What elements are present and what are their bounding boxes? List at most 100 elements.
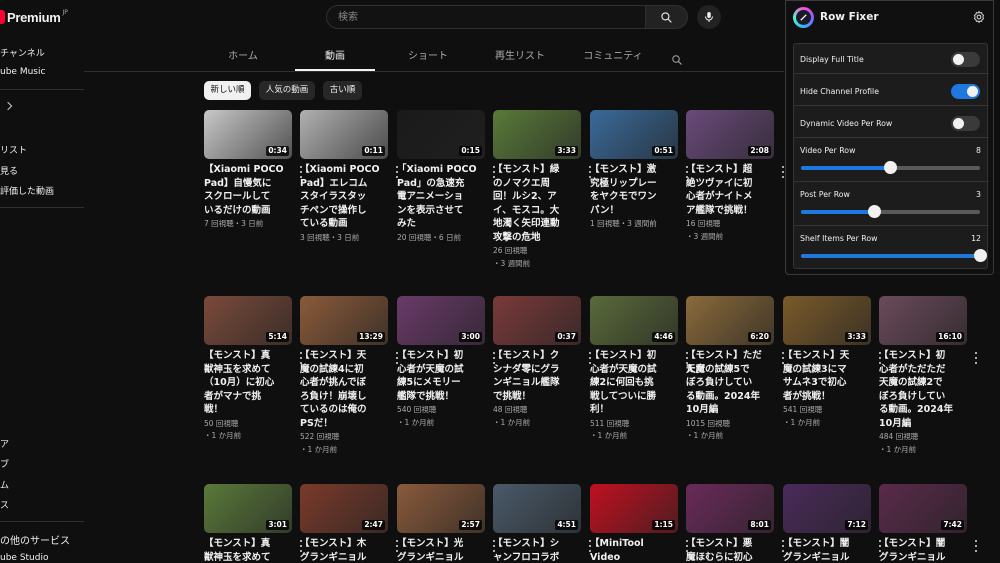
video-title-line[interactable]: 心者がナイトメ (686, 190, 770, 204)
video-title-line[interactable]: をヤクモでワン (590, 190, 674, 204)
video-thumbnail[interactable]: 2:08 (686, 110, 774, 159)
video-thumbnail[interactable]: 1:15 (590, 484, 678, 533)
video-thumbnail[interactable]: 0:15 (397, 110, 485, 159)
video-thumbnail[interactable]: 0:11 (300, 110, 388, 159)
video-title-line[interactable]: チペンで操作し (300, 204, 384, 218)
video-title-line[interactable]: 【モンスト】初 (590, 349, 674, 363)
video-title-line[interactable]: ぼろ負けしてい (879, 390, 963, 404)
video-title-line[interactable]: 戦してついに勝 (590, 390, 674, 404)
video-title-line[interactable]: 【モンスト】悪 (686, 537, 770, 551)
video-title-line[interactable]: 【モンスト】真 (204, 537, 288, 551)
video-title-line[interactable]: 【モンスト】緑 (493, 163, 577, 177)
video-title-line[interactable]: Pad】自慢気に (204, 177, 288, 191)
video-title-line[interactable]: 魔ほむらに初心 (686, 551, 770, 563)
video-title-line[interactable]: 【Xiaomi POCO (204, 163, 288, 177)
video-title-line[interactable]: 者が挑戦！ (783, 390, 867, 404)
video-title-line[interactable]: （10月）に初心 (204, 376, 288, 390)
slider-shelf-items-per-row[interactable] (801, 249, 987, 262)
video-title-line[interactable]: る動画。2024年 (686, 390, 770, 404)
video-thumbnail[interactable]: 0:37 (493, 296, 581, 345)
search-input[interactable] (326, 5, 646, 29)
video-title-line[interactable]: 【モンスト】闇 (879, 537, 963, 551)
video-thumbnail[interactable]: 16:10 (879, 296, 967, 345)
video-thumbnail[interactable]: 2:57 (397, 484, 485, 533)
video-title-line[interactable]: 天魔の試練2で (879, 376, 963, 390)
kebab-icon[interactable] (974, 540, 978, 552)
video-title-line[interactable]: みた (397, 217, 481, 231)
video-title-line[interactable]: 【モンスト】木 (300, 537, 384, 551)
video-title-line[interactable]: 獣神玉を求めて (204, 363, 288, 377)
video-title-line[interactable]: 【モンスト】初 (397, 349, 481, 363)
video-thumbnail[interactable]: 4:46 (590, 296, 678, 345)
sidebar-item-d[interactable]: ス (0, 498, 9, 511)
video-title-line[interactable]: 心者が天魔の試 (590, 363, 674, 377)
video-title-line[interactable]: 者がマナで挑 (204, 390, 288, 404)
video-title-line[interactable]: 【MiniTool (590, 537, 674, 551)
video-title-line[interactable]: 究極リップレー (590, 177, 674, 191)
video-title-line[interactable]: る動画。2024年 (879, 403, 963, 417)
video-title-line[interactable]: 10月編 (686, 403, 770, 417)
sidebar-item-channel[interactable]: チャンネル (0, 46, 45, 59)
video-title-line[interactable]: 心者がただただ (879, 363, 963, 377)
video-thumbnail[interactable]: 3:01 (204, 484, 292, 533)
sidebar-item-playlist[interactable]: リスト (0, 143, 27, 156)
video-title-line[interactable]: シナダ零にグラ (493, 363, 577, 377)
video-title-line[interactable]: 獣神玉を求めて (204, 551, 288, 563)
tab-playlists[interactable]: 再生リスト (480, 43, 560, 71)
video-thumbnail[interactable]: 3:33 (783, 296, 871, 345)
video-title-line[interactable]: 回！ルシ2、ア (493, 190, 577, 204)
video-title-line[interactable]: 攻撃の危地 (493, 231, 577, 245)
video-title-line[interactable]: 天魔の試練5で (686, 363, 770, 377)
sidebar-item-b[interactable]: ブ (0, 457, 9, 470)
video-title-line[interactable]: 「Xiaomi POCO (397, 163, 481, 177)
video-title-line[interactable]: 【モンスト】初 (879, 349, 963, 363)
video-title-line[interactable]: スクロールして (204, 190, 288, 204)
tab-videos[interactable]: 動画 (295, 43, 375, 71)
sidebar-item-liked[interactable]: 評価した動画 (0, 184, 54, 197)
video-title-line[interactable]: ンを表示させて (397, 204, 481, 218)
video-thumbnail[interactable]: 3:00 (397, 296, 485, 345)
video-title-line[interactable]: 【モンスト】天 (783, 349, 867, 363)
sidebar-item-music[interactable]: ube Music (0, 67, 45, 77)
chip-newest[interactable]: 新しい順 (204, 81, 251, 100)
video-title-line[interactable]: 【Xiaomi POCO (300, 163, 384, 177)
sidebar-item-watch-later[interactable]: 見る (0, 164, 18, 177)
chevron-right-icon[interactable] (3, 101, 13, 111)
video-title-line[interactable]: 戦！ (204, 403, 288, 417)
sidebar-item-a[interactable]: ア (0, 437, 9, 450)
video-title-line[interactable]: 【モンスト】天 (300, 349, 384, 363)
tab-community[interactable]: コミュニティ (573, 43, 653, 71)
slider-video-per-row[interactable] (801, 161, 980, 174)
video-thumbnail[interactable]: 0:51 (590, 110, 678, 159)
video-title-line[interactable]: Pad】エレコム (300, 177, 384, 191)
video-title-line[interactable]: ろ負け！崩壊し (300, 390, 384, 404)
youtube-premium-logo[interactable]: Premium JP (0, 9, 68, 25)
video-title-line[interactable]: 魔の試練3にマ (783, 363, 867, 377)
video-title-line[interactable]: 魔の試練4に初 (300, 363, 384, 377)
video-title-line[interactable]: 地濁く矢印連動 (493, 217, 577, 231)
video-title-line[interactable]: グランギニョル (397, 551, 481, 563)
slider-knob[interactable] (973, 249, 987, 262)
video-title-line[interactable]: 【モンスト】ク (493, 349, 577, 363)
video-thumbnail[interactable]: 3:33 (493, 110, 581, 159)
video-thumbnail[interactable]: 4:51 (493, 484, 581, 533)
video-title-line[interactable]: ているのは俺の (300, 403, 384, 417)
chip-oldest[interactable]: 古い順 (323, 81, 362, 100)
video-title-line[interactable]: Pad」の急速充 (397, 177, 481, 191)
toggle-hide-channel-profile[interactable] (951, 84, 980, 99)
video-title-line[interactable]: スタイラスタッ (300, 190, 384, 204)
video-title-line[interactable]: 10月編 (879, 417, 963, 431)
video-title-line[interactable]: ア艦隊で挑戦！ (686, 204, 770, 218)
video-thumbnail[interactable]: 5:14 (204, 296, 292, 345)
video-title-line[interactable]: ンギニョル艦隊 (493, 376, 577, 390)
video-thumbnail[interactable]: 7:12 (783, 484, 871, 533)
video-title-line[interactable]: のノマクエ周 (493, 177, 577, 191)
settings-button[interactable] (972, 9, 986, 28)
video-title-line[interactable]: 練2に何回も挑 (590, 376, 674, 390)
video-title-line[interactable]: パン！ (590, 204, 674, 218)
video-title-line[interactable]: 艦隊で挑戦！ (397, 390, 481, 404)
toggle-dynamic-video-per-row[interactable] (951, 116, 980, 131)
video-title-line[interactable]: 心者が挑んでぼ (300, 376, 384, 390)
video-title-line[interactable]: ャンフロコラボ (493, 551, 577, 563)
chip-popular[interactable]: 人気の動画 (259, 81, 315, 100)
